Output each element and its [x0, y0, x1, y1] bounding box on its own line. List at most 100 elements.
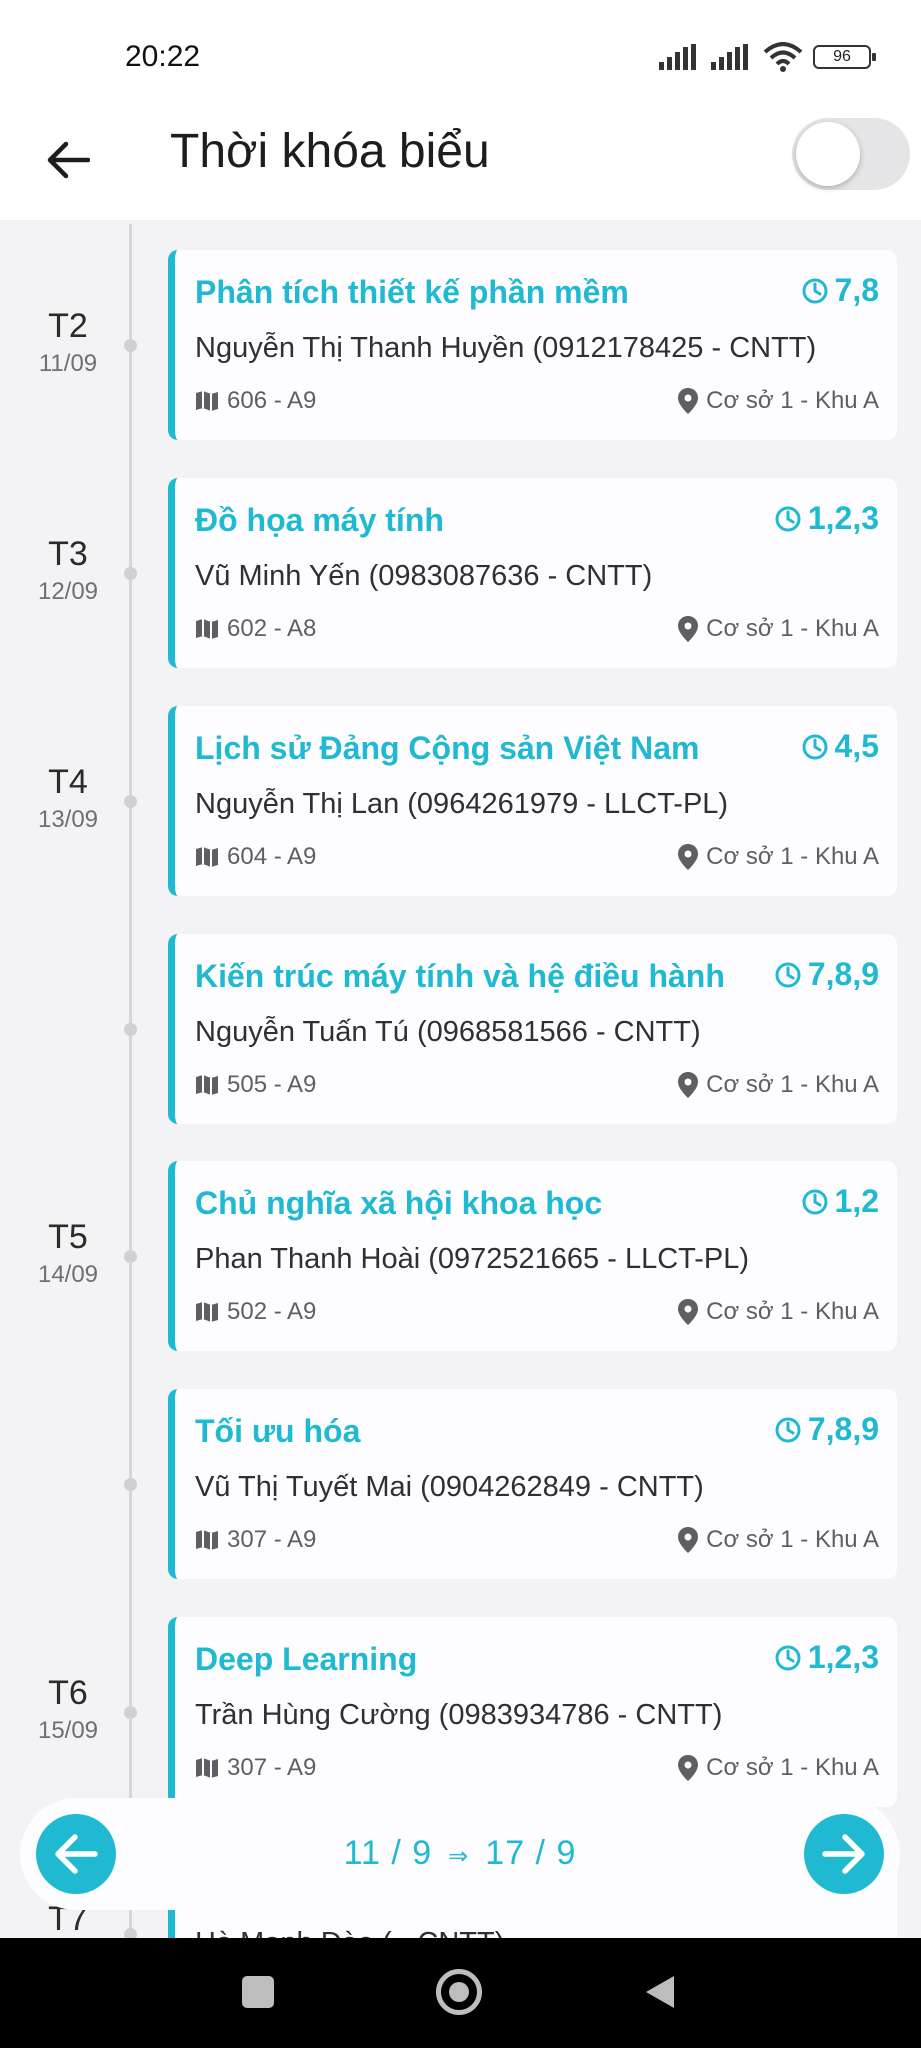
- back-button[interactable]: [38, 130, 98, 190]
- campus-info: Cơ sở 1 - Khu A: [678, 387, 879, 415]
- room-text: 502 - A9: [227, 1298, 317, 1325]
- room-text: 505 - A9: [227, 1071, 317, 1098]
- location-pin-icon: [678, 1299, 699, 1325]
- teacher-info: Trần Hùng Cường (0983934786 - CNTT): [195, 1699, 723, 1731]
- map-icon: [196, 1758, 218, 1778]
- room-info: 606 - A9: [195, 387, 316, 415]
- day-label: T3 12/09: [20, 535, 116, 606]
- timeline-dot: [124, 1478, 137, 1491]
- toggle-knob: [796, 122, 860, 186]
- subject-name: Tối ưu hóa: [195, 1413, 361, 1449]
- campus-info: Cơ sở 1 - Khu A: [678, 1526, 879, 1554]
- periods-text: 7,8,9: [807, 1411, 879, 1447]
- day-name: T2: [48, 307, 88, 345]
- room-info: 307 - A9: [195, 1526, 316, 1554]
- day-date: 12/09: [37, 578, 99, 605]
- room-text: 606 - A9: [227, 387, 317, 414]
- teacher-info: Vũ Minh Yến (0983087636 - CNTT): [195, 560, 653, 592]
- day-date: 11/09: [38, 350, 98, 377]
- campus-info: Cơ sở 1 - Khu A: [678, 615, 879, 643]
- campus-text: Cơ sở 1 - Khu A: [706, 1298, 879, 1325]
- class-card[interactable]: Đồ họa máy tính 1,2,3 Vũ Minh Yến (09830…: [168, 478, 897, 668]
- timeline-dot: [124, 567, 137, 580]
- arrow-left-icon: [47, 141, 90, 179]
- clock-icon: [775, 962, 801, 987]
- arrow-right-circle-icon: [822, 1834, 865, 1874]
- room-text: 307 - A9: [227, 1526, 317, 1553]
- period-badge: 7,8,9: [774, 1411, 879, 1448]
- back-triangle-icon[interactable]: [640, 1972, 680, 2012]
- campus-text: Cơ sở 1 - Khu A: [706, 387, 879, 414]
- room-text: 307 - A9: [227, 1754, 317, 1781]
- subject-name: Lịch sử Đảng Cộng sản Việt Nam: [195, 730, 700, 766]
- location-pin-icon: [678, 388, 699, 414]
- location-pin-icon: [678, 1072, 699, 1098]
- class-card[interactable]: Deep Learning 1,2,3 Trần Hùng Cường (098…: [168, 1617, 897, 1807]
- period-badge: 7,8,9: [774, 956, 879, 993]
- period-badge: 1,2,3: [774, 1639, 879, 1676]
- map-icon: [196, 1302, 218, 1322]
- day-name: T3: [48, 535, 88, 573]
- periods-text: 4,5: [834, 728, 879, 764]
- location-pin-icon: [678, 844, 699, 870]
- map-icon: [196, 1530, 218, 1550]
- periods-text: 1,2: [834, 1183, 879, 1219]
- next-week-button[interactable]: [804, 1814, 884, 1894]
- room-info: 502 - A9: [195, 1298, 316, 1326]
- class-card[interactable]: Phân tích thiết kế phần mềm 7,8 Nguyễn T…: [168, 250, 897, 440]
- timeline-dot: [124, 1250, 137, 1263]
- room-info: 602 - A8: [195, 615, 316, 643]
- status-icons: 96: [659, 42, 876, 72]
- clock-icon: [775, 1417, 801, 1442]
- timeline-dot: [124, 795, 137, 808]
- day-name: T6: [48, 1674, 88, 1712]
- timeline-line: [129, 224, 132, 1939]
- teacher-info: Vũ Thị Tuyết Mai (0904262849 - CNTT): [195, 1471, 704, 1503]
- cell-signal-icon: [659, 44, 696, 70]
- recents-button[interactable]: [242, 1976, 274, 2008]
- class-card[interactable]: Kiến trúc máy tính và hệ điều hành 7,8,9…: [168, 934, 897, 1124]
- view-toggle-switch[interactable]: [792, 118, 910, 190]
- periods-text: 7,8,9: [807, 956, 879, 992]
- clock-icon: [802, 734, 828, 759]
- wifi-icon: [763, 42, 803, 72]
- home-button[interactable]: [436, 1969, 482, 2015]
- room-text: 604 - A9: [227, 843, 317, 870]
- week-end: 17 / 9: [485, 1834, 577, 1872]
- day-name: T4: [48, 763, 88, 801]
- teacher-info: Phan Thanh Hoài (0972521665 - LLCT-PL): [195, 1243, 750, 1275]
- timeline-dot: [124, 1023, 137, 1036]
- period-badge: 1,2: [801, 1183, 879, 1220]
- period-badge: 4,5: [801, 728, 879, 765]
- timeline-dot: [124, 1706, 137, 1719]
- cell-signal-icon: [711, 44, 748, 70]
- campus-info: Cơ sở 1 - Khu A: [678, 1071, 879, 1099]
- campus-text: Cơ sở 1 - Khu A: [706, 615, 879, 642]
- teacher-info: Nguyễn Tuấn Tú (0968581566 - CNTT): [195, 1016, 701, 1048]
- subject-name: Kiến trúc máy tính và hệ điều hành: [195, 958, 725, 994]
- room-info: 604 - A9: [195, 843, 316, 871]
- page-title: Thời khóa biểu: [170, 125, 490, 178]
- room-info: 505 - A9: [195, 1071, 316, 1099]
- week-separator: ⇒: [448, 1843, 470, 1870]
- map-icon: [196, 619, 218, 639]
- app-bar: Thời khóa biểu: [0, 110, 921, 220]
- map-icon: [196, 847, 218, 867]
- subject-name: Chủ nghĩa xã hội khoa học: [195, 1185, 603, 1221]
- period-badge: 1,2,3: [774, 500, 879, 537]
- class-card[interactable]: Tối ưu hóa 7,8,9 Vũ Thị Tuyết Mai (09042…: [168, 1389, 897, 1579]
- day-label: T5 14/09: [20, 1218, 116, 1289]
- clock-icon: [802, 1189, 828, 1214]
- week-range: 11 / 9 ⇒ 17 / 9: [20, 1834, 900, 1873]
- location-pin-icon: [678, 1527, 699, 1553]
- location-pin-icon: [678, 1755, 699, 1781]
- map-icon: [196, 391, 218, 411]
- campus-text: Cơ sở 1 - Khu A: [706, 1071, 879, 1098]
- periods-text: 7,8: [834, 272, 879, 308]
- clock-icon: [802, 278, 828, 303]
- day-date: 14/09: [37, 1261, 99, 1288]
- room-info: 307 - A9: [195, 1754, 316, 1782]
- subject-name: Phân tích thiết kế phần mềm: [195, 274, 629, 310]
- class-card[interactable]: Lịch sử Đảng Cộng sản Việt Nam 4,5 Nguyễ…: [168, 706, 897, 896]
- class-card[interactable]: Chủ nghĩa xã hội khoa học 1,2 Phan Thanh…: [168, 1161, 897, 1351]
